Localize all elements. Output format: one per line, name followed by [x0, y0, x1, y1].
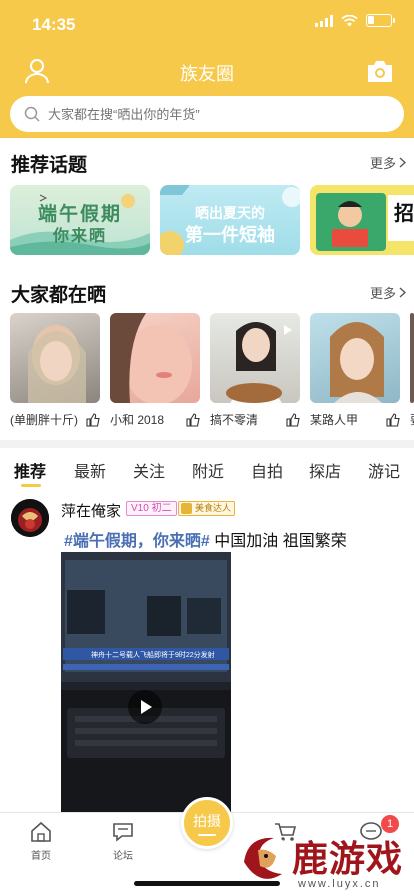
topics-more-label: 更多 — [369, 156, 396, 171]
sharer-photo[interactable] — [110, 313, 200, 403]
topic-card-3-title: 招 — [394, 203, 414, 225]
topic-card-1-subtitle: 你来晒 — [52, 228, 107, 245]
watermark-url: www.luyx.cn — [298, 878, 381, 890]
portrait-image — [28, 325, 86, 403]
sharing-title: 大家都在晒 — [11, 285, 107, 306]
status-time: 14:35 — [32, 15, 76, 34]
topics-more-link[interactable]: 更多 — [370, 153, 406, 172]
food-badge-label: 美食达人 — [195, 503, 232, 513]
chevron-right-icon — [399, 157, 406, 168]
tab-following[interactable]: 关注 — [133, 458, 165, 482]
search-input[interactable] — [48, 106, 378, 122]
page-title: 族友圈 — [180, 64, 234, 84]
video-thumbnail — [61, 552, 231, 814]
search-icon — [24, 106, 40, 122]
sharer-item-1[interactable]: (单删胖十斤) — [10, 313, 100, 428]
post-topic-tag[interactable]: #端午假期，你来晒# — [64, 533, 210, 550]
tab-travel[interactable]: 游记 — [368, 458, 400, 482]
sharer-name: 小和 2018 — [110, 413, 165, 427]
video-play-icon — [284, 325, 292, 335]
shoot-button-label: 拍摄 — [193, 813, 221, 829]
home-indicator — [134, 881, 280, 886]
feed-tabs: 推荐 最新 关注 附近 自拍 探店 游记 — [0, 448, 414, 488]
nav-forum-label: 论坛 — [113, 851, 133, 862]
portrait-image — [110, 313, 192, 403]
tab-store-visit[interactable]: 探店 — [309, 458, 341, 482]
chat-bubble-icon — [113, 823, 133, 842]
signal-icon — [315, 14, 333, 27]
tab-nearby[interactable]: 附近 — [192, 458, 224, 482]
shoot-button[interactable]: 拍摄 — [181, 797, 233, 849]
badge-icon — [181, 503, 192, 514]
chevron-right-icon — [399, 287, 406, 298]
sharer-item-5[interactable]: 要 — [410, 313, 414, 428]
watermark-text: 鹿游戏 — [292, 838, 404, 880]
camera-icon[interactable] — [366, 58, 394, 84]
post-video[interactable]: 神舟十二号载人飞船即将于9时22分发射 — [61, 552, 231, 814]
post-text: #端午假期，你来晒# 中国加油 祖国繁荣 — [64, 527, 347, 551]
search-bar[interactable] — [10, 96, 404, 132]
topic-card-1[interactable]: 端午假期 你来晒 — [10, 185, 150, 255]
thumbs-up-icon[interactable] — [86, 412, 100, 427]
vip-level-badge: V10 初二 — [126, 501, 177, 516]
post-author-name[interactable]: 萍在俺家 — [61, 500, 121, 521]
tab-recommended[interactable]: 推荐 — [14, 458, 46, 482]
topic-card-2-title: 晒出夏天的 — [195, 205, 265, 221]
sharer-item-4[interactable]: 某路人甲 — [310, 313, 400, 428]
app-header: 14:35 族友圈 — [0, 0, 414, 138]
topics-title: 推荐话题 — [11, 155, 88, 176]
tab-selfie[interactable]: 自拍 — [251, 458, 283, 482]
play-icon[interactable] — [128, 690, 162, 724]
status-icons — [315, 14, 395, 27]
post-body: 中国加油 祖国繁荣 — [209, 533, 347, 550]
home-icon — [31, 821, 51, 842]
nav-home[interactable]: 首页 — [16, 821, 66, 862]
thumbs-up-icon[interactable] — [386, 412, 400, 427]
sharer-name: 要 — [410, 411, 414, 428]
thumbs-up-icon[interactable] — [186, 412, 200, 427]
sharer-name: 搞不零清 — [210, 413, 259, 427]
topic-card-3[interactable]: 招 — [310, 185, 414, 255]
food-expert-badge: 美食达人 — [178, 501, 236, 516]
wifi-icon — [341, 14, 358, 26]
sharer-item-2[interactable]: 小和 2018 — [110, 313, 200, 428]
video-caption: 神舟十二号载人飞船即将于9时22分发射 — [91, 652, 215, 659]
thumbs-up-icon[interactable] — [286, 412, 300, 427]
portrait-image — [330, 322, 384, 403]
sharing-more-link[interactable]: 更多 — [370, 283, 406, 302]
sharer-name: (单删胖十斤) — [10, 413, 78, 427]
sharer-photo[interactable] — [410, 313, 414, 403]
sharer-name: 某路人甲 — [310, 413, 359, 427]
topic-card-2[interactable]: 晒出夏天的 第一件短袖 — [160, 185, 300, 255]
sharer-photo[interactable] — [10, 313, 100, 403]
sharer-photo[interactable] — [210, 313, 300, 403]
post-author-avatar[interactable] — [11, 499, 49, 537]
battery-icon — [366, 14, 395, 27]
section-divider — [0, 440, 414, 448]
nav-home-label: 首页 — [31, 851, 51, 862]
nav-forum[interactable]: 论坛 — [98, 821, 148, 862]
active-tab-indicator — [21, 484, 41, 487]
sharing-more-label: 更多 — [369, 286, 396, 301]
sharer-item-3[interactable]: 搞不零清 — [210, 313, 300, 428]
tab-latest[interactable]: 最新 — [74, 458, 106, 482]
sharer-photo[interactable] — [310, 313, 400, 403]
topic-card-2-subtitle: 第一件短袖 — [185, 225, 275, 245]
